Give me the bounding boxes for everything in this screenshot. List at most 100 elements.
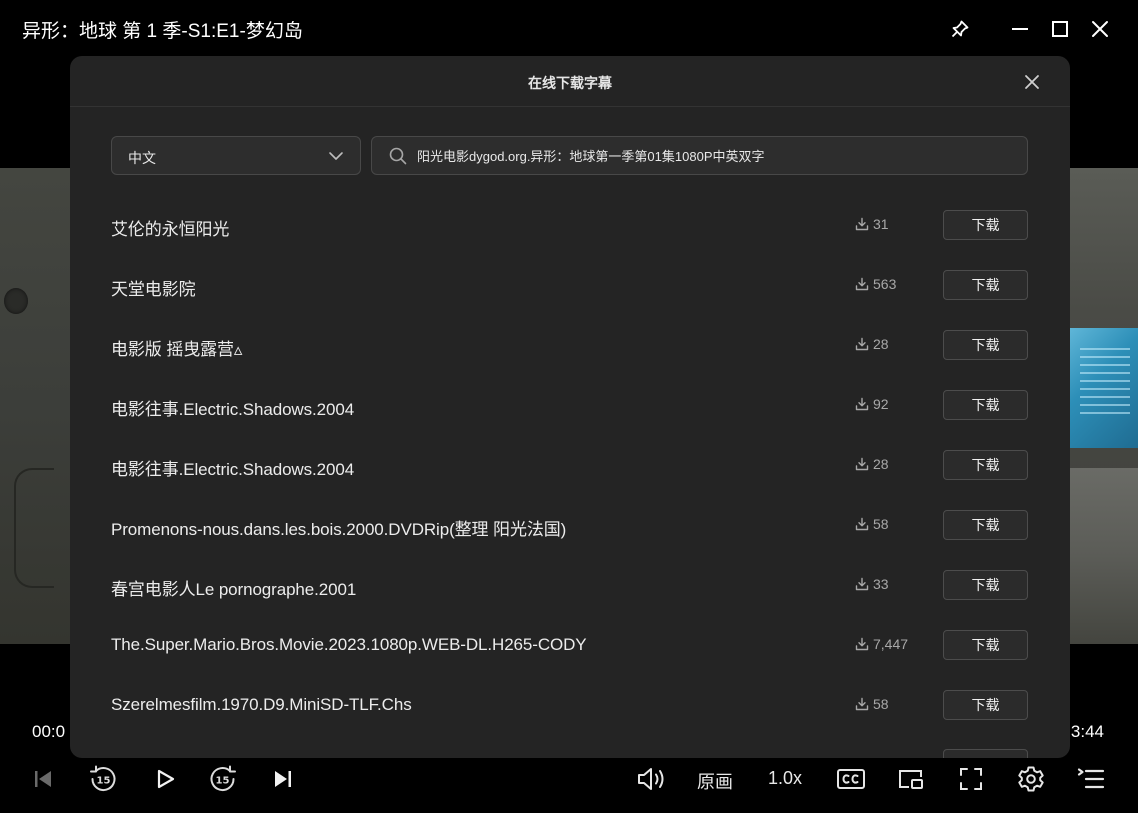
video-right-scene (1068, 168, 1138, 644)
download-icon (855, 217, 869, 231)
download-count: 92 (855, 396, 889, 412)
play-button[interactable] (150, 762, 180, 796)
subtitle-row-partial (70, 735, 1070, 758)
subtitle-name: 电影往事.Electric.Shadows.2004 (111, 400, 355, 419)
subtitle-name: 天堂电影院 (111, 280, 196, 299)
subtitle-name: 艾伦的永恒阳光 (111, 220, 230, 239)
previous-button[interactable] (28, 762, 58, 796)
download-icon (855, 637, 869, 651)
dialog-close-button[interactable] (1020, 70, 1044, 94)
download-count-value: 563 (873, 276, 897, 292)
time-elapsed: 00:0 (32, 722, 66, 741)
playlist-button[interactable] (1074, 762, 1108, 796)
download-icon (855, 697, 869, 711)
subtitle-row: 艾伦的永恒阳光 31 下载 (70, 195, 1070, 255)
playlist-icon (1077, 768, 1105, 789)
forward-15-button[interactable]: 15 (206, 762, 240, 796)
download-count-value: 58 (873, 516, 889, 532)
play-icon (157, 769, 175, 789)
subtitle-name: The.Super.Mario.Bros.Movie.2023.1080p.WE… (111, 635, 587, 654)
subtitle-row: 电影往事.Electric.Shadows.2004 28 下载 (70, 435, 1070, 495)
download-count-value: 28 (873, 456, 889, 472)
download-count-value: 7,447 (873, 636, 909, 652)
download-button[interactable]: 下载 (943, 450, 1028, 480)
svg-text:15: 15 (97, 776, 111, 787)
download-count-value: 31 (873, 216, 889, 232)
download-button[interactable]: 下载 (943, 390, 1028, 420)
subtitle-list: 艾伦的永恒阳光 31 下载 天堂电影院 563 下载 电影版 摇曳露营▵ 28 下载 电影往事.E… (70, 195, 1070, 758)
download-icon (855, 517, 869, 531)
pin-button[interactable] (944, 14, 976, 44)
dialog-title: 在线下载字幕 (528, 75, 612, 91)
volume-button[interactable] (634, 762, 670, 796)
window-title: 异形：地球 第 1 季-S1:E1-梦幻岛 (22, 21, 303, 42)
download-icon (855, 577, 869, 591)
maximize-icon (1052, 21, 1068, 37)
download-count: 58 (855, 696, 889, 712)
dialog-header: 在线下载字幕 (70, 56, 1070, 107)
language-select[interactable]: 中文 (111, 136, 361, 175)
maximize-button[interactable] (1044, 14, 1076, 44)
language-select-value: 中文 (128, 150, 156, 166)
subtitle-name: 电影版 摇曳露营▵ (111, 340, 243, 359)
download-icon (855, 337, 869, 351)
subtitle-row: 电影往事.Electric.Shadows.2004 92 下载 (70, 375, 1070, 435)
picture-in-picture-icon (899, 770, 923, 789)
download-count-value: 58 (873, 696, 889, 712)
minimize-icon (1012, 28, 1028, 30)
close-window-button[interactable] (1084, 14, 1116, 44)
settings-button[interactable] (1014, 762, 1048, 796)
download-count: 563 (855, 276, 896, 292)
time-total: 3:44 (1070, 722, 1104, 741)
close-icon (1092, 21, 1108, 37)
subtitle-row: Promenons-nous.dans.les.bois.2000.DVDRip… (70, 495, 1070, 555)
download-count-value: 33 (873, 576, 889, 592)
download-count: 31 (855, 216, 889, 232)
rewind-15-button[interactable]: 15 (86, 762, 120, 796)
forward-15-icon: 15 (210, 765, 236, 792)
download-button[interactable]: 下载 (943, 330, 1028, 360)
subtitle-search[interactable] (371, 136, 1028, 175)
volume-icon (638, 768, 664, 790)
subtitle-row: The.Super.Mario.Bros.Movie.2023.1080p.WE… (70, 615, 1070, 675)
quality-selector[interactable]: 原画 (697, 768, 733, 794)
download-icon (855, 457, 869, 471)
svg-text:15: 15 (216, 776, 230, 787)
minimize-button[interactable] (1004, 14, 1036, 44)
download-count: 33 (855, 576, 889, 592)
download-icon (855, 277, 869, 291)
subtitle-download-dialog: 在线下载字幕 中文 艾伦的永恒阳光31下载天堂电影院563下载电影版 摇曳露营▵… (70, 56, 1070, 758)
close-icon (1025, 75, 1039, 89)
subtitles-button[interactable] (834, 762, 868, 796)
download-count: 7,447 (855, 636, 908, 652)
subtitle-name: 电影往事.Electric.Shadows.2004 (111, 460, 355, 479)
download-button[interactable]: 下载 (943, 210, 1028, 240)
download-count: 28 (855, 336, 889, 352)
download-button[interactable]: 下载 (943, 690, 1028, 720)
fullscreen-button[interactable] (954, 762, 988, 796)
speed-selector[interactable]: 1.0x (768, 768, 802, 789)
picture-in-picture-button[interactable] (894, 762, 928, 796)
subtitle-name: Promenons-nous.dans.les.bois.2000.DVDRip… (111, 520, 567, 539)
download-count-value: 92 (873, 396, 889, 412)
chevron-down-icon (329, 152, 343, 160)
pin-icon (951, 20, 969, 38)
download-button[interactable] (943, 749, 1028, 758)
cc-icon (837, 769, 865, 789)
skip-next-icon (275, 771, 291, 787)
download-count-value: 28 (873, 336, 889, 352)
subtitle-row: 春宫电影人Le pornographe.2001 33 下载 (70, 555, 1070, 615)
download-button[interactable]: 下载 (943, 570, 1028, 600)
download-button[interactable]: 下载 (943, 510, 1028, 540)
search-input[interactable] (417, 137, 1017, 174)
next-button[interactable] (268, 762, 298, 796)
download-button[interactable]: 下载 (943, 270, 1028, 300)
subtitle-row: Szerelmesfilm.1970.D9.MiniSD-TLF.Chs 58 下载 (70, 675, 1070, 735)
subtitle-row: 天堂电影院 563 下载 (70, 255, 1070, 315)
download-button[interactable]: 下载 (943, 630, 1028, 660)
title-bar: 异形：地球 第 1 季-S1:E1-梦幻岛 (0, 0, 1138, 58)
download-icon (855, 397, 869, 411)
subtitle-row: 电影版 摇曳露营▵ 28 下载 (70, 315, 1070, 375)
video-left-scene (0, 168, 70, 644)
rewind-15-icon: 15 (90, 765, 116, 792)
